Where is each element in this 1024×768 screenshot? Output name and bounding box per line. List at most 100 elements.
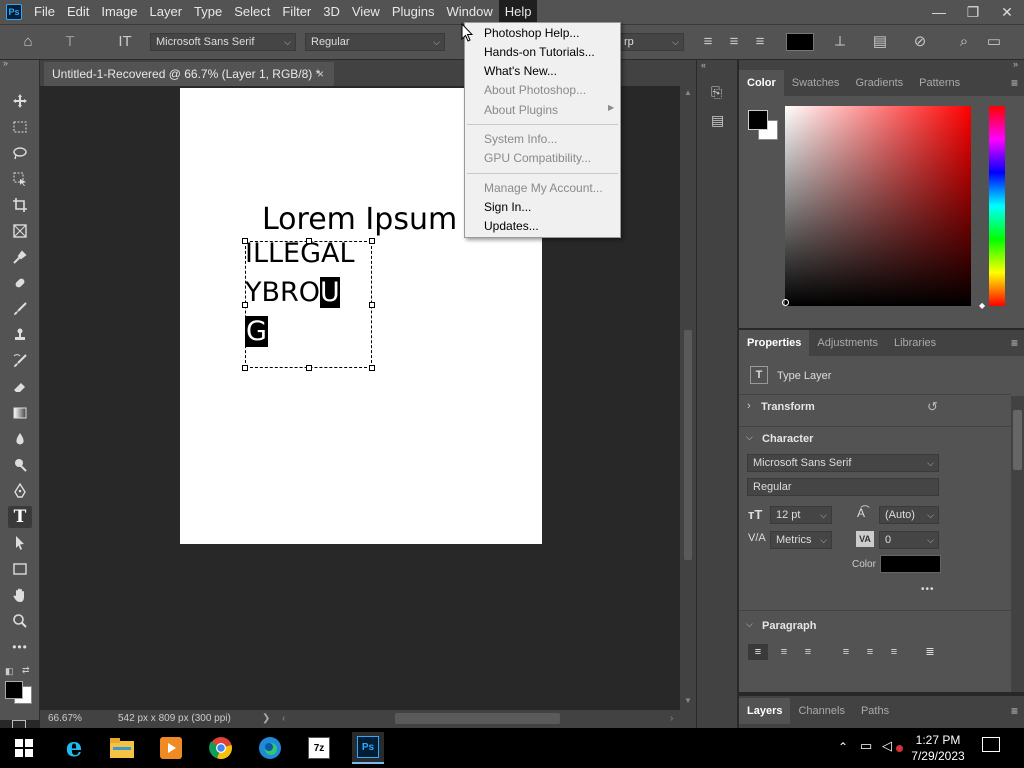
hand-tool-icon[interactable] [8, 584, 32, 606]
menu-item-hands-on-tutorials[interactable]: Hands-on Tutorials... [484, 45, 595, 59]
leading-field[interactable]: (Auto) ⌵ [879, 506, 939, 524]
heading-text[interactable]: Lorem Ipsum [262, 202, 457, 237]
path-selection-tool-icon[interactable] [8, 532, 32, 554]
menu-edit[interactable]: Edit [61, 0, 95, 24]
justify-all-icon[interactable]: ≣ [920, 644, 940, 660]
cancel-icon[interactable]: ⊘ [910, 33, 930, 51]
crop-tool-icon[interactable] [8, 194, 32, 216]
align-center-icon[interactable]: ≡ [724, 33, 744, 51]
chevron-right-icon[interactable]: › [747, 400, 751, 412]
justify-right-icon[interactable]: ≡ [884, 644, 904, 660]
panel-menu-icon[interactable]: ≡ [1011, 336, 1018, 350]
network-icon[interactable]: ▭ [860, 738, 872, 754]
menu-item-about-photoshop[interactable]: About Photoshop... [484, 83, 586, 97]
menu-file[interactable]: File [28, 0, 61, 24]
panel-menu-icon[interactable]: ≡ [1011, 76, 1018, 90]
align-left-icon[interactable]: ≡ [698, 33, 718, 51]
clone-stamp-tool-icon[interactable] [8, 324, 32, 346]
menu-select[interactable]: Select [228, 0, 276, 24]
resize-handle[interactable] [306, 238, 312, 244]
swap-colors-icon[interactable]: ⇄ [22, 665, 30, 676]
menu-item-gpu-compatibility[interactable]: GPU Compatibility... [484, 151, 591, 165]
align-right-icon[interactable]: ≡ [750, 33, 770, 51]
gradient-tool-icon[interactable] [8, 402, 32, 424]
menu-view[interactable]: View [346, 0, 386, 24]
paragraph-align-left-icon[interactable]: ≡ [748, 644, 768, 660]
foreground-color-chip[interactable] [748, 110, 768, 130]
scroll-down-icon[interactable]: ▼ [684, 696, 692, 705]
menu-filter[interactable]: Filter [276, 0, 317, 24]
history-brush-tool-icon[interactable] [8, 350, 32, 372]
eyedropper-tool-icon[interactable] [8, 246, 32, 268]
7zip-icon[interactable]: 7z [303, 732, 335, 764]
more-options-button[interactable]: ••• [921, 584, 935, 595]
volume-icon[interactable]: ◁ [882, 738, 892, 754]
menu-image[interactable]: Image [95, 0, 143, 24]
collapse-dock-icon[interactable]: « [701, 60, 706, 70]
font-family-select[interactable]: Microsoft Sans Serif ⌵ [150, 33, 296, 51]
zoom-level[interactable]: 66.67% [48, 713, 82, 724]
collapse-toolbar-icon[interactable]: » [3, 58, 8, 68]
tab-channels[interactable]: Channels [790, 698, 852, 724]
justify-left-icon[interactable]: ≡ [836, 644, 856, 660]
clock-time[interactable]: 1:27 PM [908, 733, 968, 747]
more-tools-icon[interactable]: ••• [8, 636, 32, 658]
tab-gradients[interactable]: Gradients [847, 70, 911, 96]
font-style-select[interactable]: Regular ⌵ [305, 33, 445, 51]
workspace-icon[interactable]: ▭ [984, 33, 1004, 51]
eraser-tool-icon[interactable] [8, 376, 32, 398]
menu-item-whats-new[interactable]: What's New... [484, 64, 557, 78]
menu-3d[interactable]: 3D [317, 0, 346, 24]
tracking-field[interactable]: 0 ⌵ [879, 531, 939, 549]
object-selection-tool-icon[interactable] [8, 168, 32, 190]
resize-handle[interactable] [369, 365, 375, 371]
zoom-tool-icon[interactable] [8, 610, 32, 632]
tab-properties[interactable]: Properties [739, 330, 810, 356]
marquee-tool-icon[interactable] [8, 116, 32, 138]
clock-date[interactable]: 7/29/2023 [908, 749, 968, 763]
search-icon[interactable]: ⌕ [954, 33, 974, 51]
comments-panel-icon[interactable]: ▤ [711, 112, 724, 129]
pen-tool-icon[interactable] [8, 480, 32, 502]
brush-tool-icon[interactable] [8, 298, 32, 320]
scroll-right-icon[interactable]: › [670, 713, 673, 724]
restore-button[interactable]: ❐ [956, 0, 990, 24]
kerning-field[interactable]: Metrics ⌵ [770, 531, 832, 549]
edge-icon[interactable] [254, 732, 286, 764]
resize-handle[interactable] [306, 365, 312, 371]
menu-item-about-plugins[interactable]: About Plugins [484, 103, 558, 117]
tab-libraries[interactable]: Libraries [886, 330, 944, 356]
hue-slider-handle[interactable]: ◆ [979, 301, 985, 310]
panel-menu-icon[interactable]: ≡ [1011, 704, 1018, 718]
default-colors-icon[interactable]: ◧ [5, 666, 14, 677]
resize-handle[interactable] [242, 238, 248, 244]
vertical-scroll-thumb[interactable] [684, 330, 692, 560]
home-icon[interactable]: ⌂ [18, 33, 38, 51]
font-size-field[interactable]: 12 pt ⌵ [770, 506, 832, 524]
paragraph-section[interactable]: Paragraph [762, 620, 816, 632]
warp-text-icon[interactable]: ⟂ [830, 33, 850, 51]
blur-tool-icon[interactable] [8, 428, 32, 450]
color-field[interactable] [785, 106, 971, 306]
chevron-down-icon[interactable]: ⌵ [746, 432, 753, 443]
tab-adjustments[interactable]: Adjustments [809, 330, 886, 356]
resize-handle[interactable] [242, 302, 248, 308]
menu-layer[interactable]: Layer [144, 0, 189, 24]
tab-swatches[interactable]: Swatches [784, 70, 848, 96]
anti-alias-select[interactable]: rp ⌵ [618, 33, 684, 51]
rectangle-tool-icon[interactable] [8, 558, 32, 580]
scroll-left-icon[interactable]: ‹ [282, 713, 285, 724]
character-section[interactable]: Character [762, 433, 813, 445]
history-panel-icon[interactable]: ⎘ [711, 84, 722, 101]
close-window-button[interactable]: ✕ [990, 0, 1024, 24]
color-picker-handle[interactable] [782, 299, 789, 306]
collapse-panels-icon[interactable]: » [1013, 59, 1018, 69]
text-color-swatch[interactable] [786, 33, 814, 51]
resize-handle[interactable] [369, 302, 375, 308]
type-tool-icon[interactable]: T [8, 506, 32, 528]
foreground-color-swatch[interactable] [5, 681, 23, 699]
hue-slider[interactable] [989, 106, 1005, 306]
lasso-tool-icon[interactable] [8, 142, 32, 164]
chevron-down-icon[interactable]: ⌵ [746, 619, 753, 630]
properties-scroll-thumb[interactable] [1013, 410, 1022, 470]
